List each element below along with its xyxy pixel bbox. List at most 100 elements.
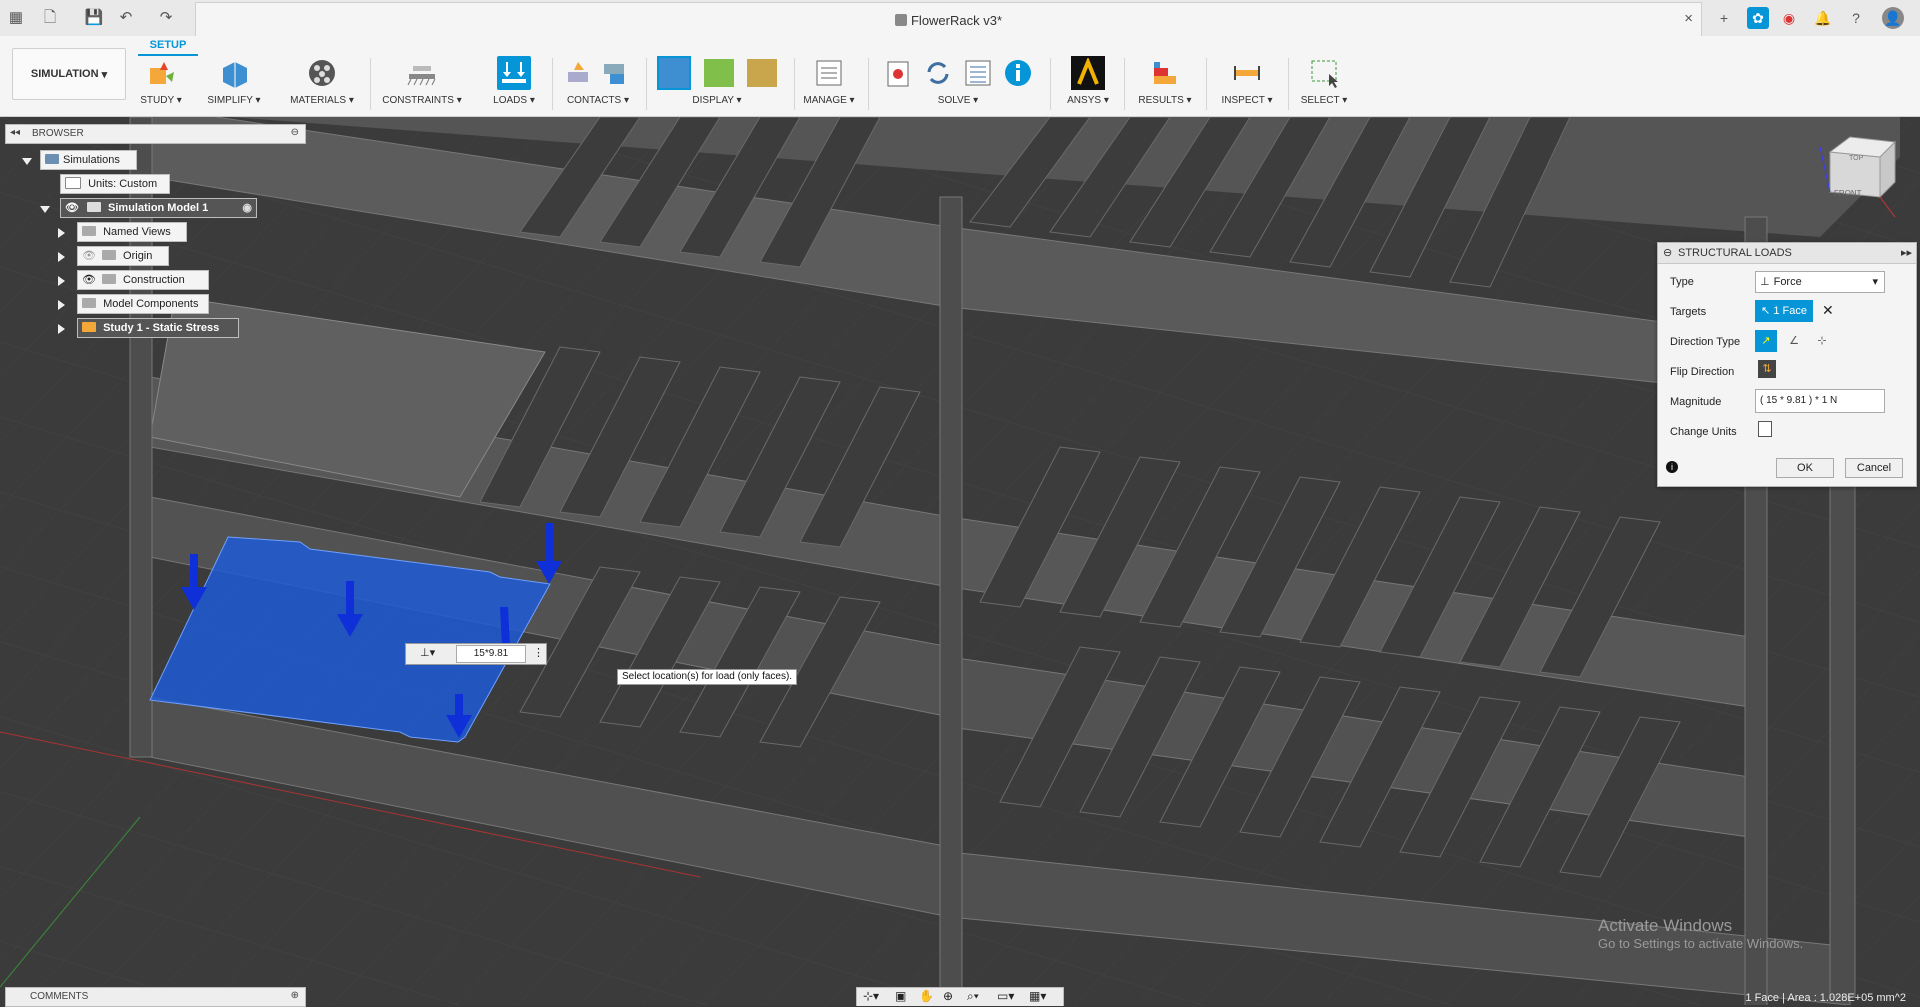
tree-node-simulations[interactable]: Simulations: [40, 150, 137, 170]
chevron-right-icon[interactable]: [58, 228, 65, 238]
toolbar-ribbon: SIMULATION ▾ SETUP STUDY ▾ SIMPLIFY ▾ MA…: [0, 36, 1920, 117]
normal-direction-icon[interactable]: ↗: [1755, 330, 1777, 352]
comments-panel[interactable]: COMMENTS ⊕: [5, 987, 306, 1007]
visibility-eye-icon[interactable]: 👁: [82, 274, 96, 286]
extensions-icon[interactable]: ✿: [1747, 7, 1769, 29]
file-menu-icon[interactable]: 🗋: [40, 8, 60, 28]
tree-node-origin[interactable]: 👁 Origin: [77, 246, 169, 266]
user-avatar-icon[interactable]: 👤: [1882, 7, 1904, 29]
fit-icon[interactable]: ⌕▾: [967, 989, 979, 1004]
ansys-icon: [1071, 56, 1105, 90]
type-dropdown[interactable]: ⊥ Force ▾: [1755, 271, 1885, 293]
chevron-right-icon[interactable]: [58, 324, 65, 334]
help-icon[interactable]: ?: [1845, 7, 1867, 29]
inspect-button[interactable]: INSPECT ▾: [1216, 56, 1278, 112]
flip-direction-icon[interactable]: ⇅: [1758, 360, 1776, 378]
tree-node-simulation-model[interactable]: 👁 Simulation Model 1 ◉: [60, 198, 257, 218]
select-arrow-icon: ↖: [1761, 305, 1771, 317]
redo-icon[interactable]: ↷: [156, 8, 176, 28]
visibility-eye-icon[interactable]: 👁: [65, 202, 79, 214]
add-comment-icon[interactable]: ⊕: [291, 990, 299, 1001]
direction-type-label: Direction Type: [1670, 336, 1741, 348]
solve-button[interactable]: SOLVE ▾: [878, 56, 1038, 112]
manage-button[interactable]: MANAGE ▾: [800, 56, 858, 112]
materials-button[interactable]: MATERIALS ▾: [286, 56, 358, 112]
workplane-grid: [0, 117, 1920, 1005]
save-icon[interactable]: 💾: [84, 8, 104, 28]
cancel-button[interactable]: Cancel: [1845, 458, 1903, 478]
tree-node-construction[interactable]: 👁 Construction: [77, 270, 209, 290]
ribbon-divider: [552, 58, 553, 110]
collapse-browser-icon[interactable]: ◂◂: [10, 127, 20, 138]
canvas-viewport[interactable]: TOP FRONT: [0, 117, 1920, 1005]
display-settings-icon[interactable]: ▭▾: [997, 989, 1014, 1003]
chevron-down-icon[interactable]: [40, 206, 50, 213]
folder-icon: [82, 298, 96, 309]
add-tab-icon[interactable]: +: [1713, 7, 1735, 29]
notifications-icon[interactable]: 🔔: [1812, 7, 1834, 29]
display-button[interactable]: DISPLAY ▾: [652, 56, 782, 112]
ansys-button[interactable]: ANSYS ▾: [1062, 56, 1114, 112]
clear-selection-icon[interactable]: ✕: [1822, 302, 1834, 319]
more-options-icon[interactable]: ⋮: [533, 646, 544, 659]
navigation-bar: ⊹▾ ▣ ✋ ⊕ ⌕▾ ▭▾ ▦▾: [856, 987, 1064, 1006]
constraints-button[interactable]: CONSTRAINTS ▾: [380, 56, 464, 112]
tree-node-units[interactable]: Units: Custom: [60, 174, 170, 194]
expand-dialog-icon[interactable]: ▸▸: [1901, 243, 1912, 263]
browser-panel-header[interactable]: ◂◂ BROWSER ⊖: [5, 124, 306, 144]
close-tab-icon[interactable]: ×: [1684, 10, 1693, 27]
magnitude-input[interactable]: ( 15 * 9.81 ) * 1 N: [1755, 389, 1885, 413]
vector-direction-icon[interactable]: ⊹: [1811, 330, 1833, 352]
grid-settings-icon[interactable]: ▦▾: [1029, 989, 1046, 1003]
select-button[interactable]: SELECT ▾: [1296, 56, 1352, 112]
results-button[interactable]: RESULTS ▾: [1134, 56, 1196, 112]
inline-magnitude-control[interactable]: ⊥▾ 15*9.81 ⋮: [405, 643, 547, 665]
display-icon: [657, 56, 777, 90]
tree-node-named-views[interactable]: Named Views: [77, 222, 187, 242]
collapse-dialog-icon[interactable]: ⊖: [1663, 243, 1672, 263]
zoom-icon[interactable]: ⊕: [943, 989, 953, 1003]
app-grid-icon[interactable]: ▦: [6, 8, 26, 28]
change-units-icon[interactable]: [1758, 421, 1772, 437]
visibility-eye-icon[interactable]: 👁: [82, 250, 96, 262]
chevron-right-icon[interactable]: [58, 300, 65, 310]
chevron-down-icon: ▾: [1872, 276, 1878, 288]
tab-setup[interactable]: SETUP: [138, 36, 198, 56]
results-icon: [1148, 56, 1182, 90]
tree-node-model-components[interactable]: Model Components: [77, 294, 209, 314]
contacts-button[interactable]: CONTACTS ▾: [560, 56, 636, 112]
manage-icon: [812, 56, 846, 90]
pan-icon[interactable]: ✋: [919, 989, 934, 1003]
change-units-label: Change Units: [1670, 426, 1737, 438]
targets-label: Targets: [1670, 306, 1707, 318]
workspace-switcher[interactable]: SIMULATION ▾: [12, 48, 126, 100]
tree-node-study[interactable]: Study 1 - Static Stress: [77, 318, 239, 338]
look-at-icon[interactable]: ▣: [895, 989, 906, 1003]
document-tab[interactable]: FlowerRack v3* ×: [195, 2, 1702, 37]
flip-direction-label: Flip Direction: [1670, 366, 1735, 378]
solve-icon: [883, 56, 1033, 90]
loads-button[interactable]: LOADS ▾: [486, 56, 542, 112]
active-radio-icon[interactable]: ◉: [242, 199, 252, 217]
ok-button[interactable]: OK: [1776, 458, 1834, 478]
force-icon[interactable]: ⊥▾: [420, 646, 435, 659]
inline-magnitude-input[interactable]: 15*9.81: [456, 645, 526, 663]
dialog-header[interactable]: ⊖ STRUCTURAL LOADS ▸▸: [1658, 243, 1916, 264]
chevron-right-icon[interactable]: [58, 252, 65, 262]
ribbon-divider: [646, 58, 647, 110]
study-button[interactable]: STUDY ▾: [136, 56, 186, 112]
orbit-icon[interactable]: ⊹▾: [863, 989, 879, 1003]
select-icon: [1307, 56, 1341, 90]
targets-selector[interactable]: ↖ 1 Face: [1755, 300, 1813, 322]
simplify-button[interactable]: SIMPLIFY ▾: [204, 56, 264, 112]
ribbon-divider: [1288, 58, 1289, 110]
job-status-icon[interactable]: ◉: [1778, 7, 1800, 29]
info-icon[interactable]: i: [1666, 461, 1678, 473]
ribbon-divider: [1124, 58, 1125, 110]
chevron-down-icon[interactable]: [22, 158, 32, 165]
pin-browser-icon[interactable]: ⊖: [291, 127, 299, 138]
chevron-right-icon[interactable]: [58, 276, 65, 286]
contacts-icon: [566, 56, 630, 90]
undo-icon[interactable]: ↶: [116, 8, 136, 28]
angle-direction-icon[interactable]: ∠: [1783, 330, 1805, 352]
